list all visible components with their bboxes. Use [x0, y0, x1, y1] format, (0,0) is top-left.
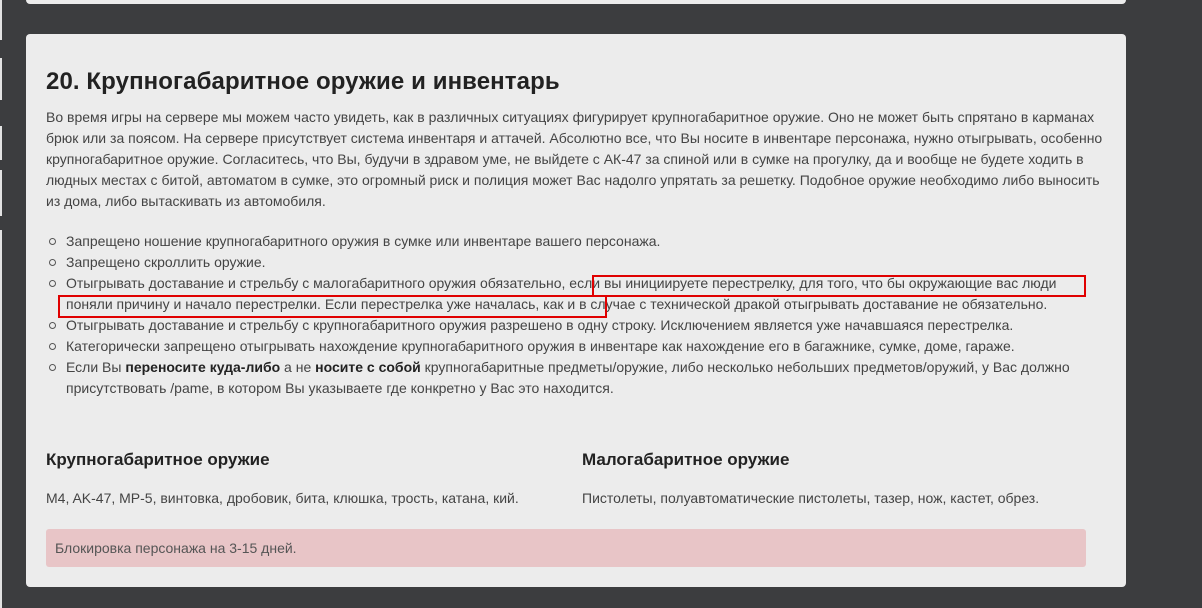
- rule-text: а не: [280, 359, 316, 375]
- rule-item: Категорически запрещено отыгрывать нахож…: [46, 336, 1106, 357]
- large-weapons-list: M4, AK-47, MP-5, винтовка, дробовик, бит…: [46, 490, 519, 506]
- section-title: 20. Крупногабаритное оружие и инвентарь: [46, 68, 560, 95]
- large-weapons-title: Крупногабаритное оружие: [46, 450, 270, 469]
- small-weapons-title: Малогабаритное оружие: [582, 450, 790, 469]
- rule-emphasis: переносите куда-либо: [125, 359, 281, 375]
- section-intro: Во время игры на сервере мы можем часто …: [46, 109, 1103, 209]
- rules-card: 20. Крупногабаритное оружие и инвентарь …: [26, 34, 1126, 587]
- small-weapons-list: Пистолеты, полуавтоматические пистолеты,…: [582, 490, 1040, 506]
- penalty-alert: Блокировка персонажа на 3-15 дней.: [46, 529, 1086, 567]
- rule-item: Если Вы переносите куда-либо а не носите…: [46, 357, 1106, 399]
- rule-item: Отыгрывать доставание и стрельбу с малог…: [46, 273, 1106, 315]
- rule-item: Отыгрывать доставание и стрельбу с крупн…: [46, 315, 1106, 336]
- rule-item: Запрещено скроллить оружие.: [46, 252, 1106, 273]
- left-edge-strip: [0, 0, 2, 608]
- rules-list: Запрещено ношение крупногабаритного оруж…: [46, 231, 1106, 399]
- rule-item: Запрещено ношение крупногабаритного оруж…: [46, 231, 1106, 252]
- previous-card: [26, 0, 1126, 4]
- rule-text: Если Вы: [66, 359, 126, 375]
- rule-emphasis: носите с собой: [315, 359, 421, 375]
